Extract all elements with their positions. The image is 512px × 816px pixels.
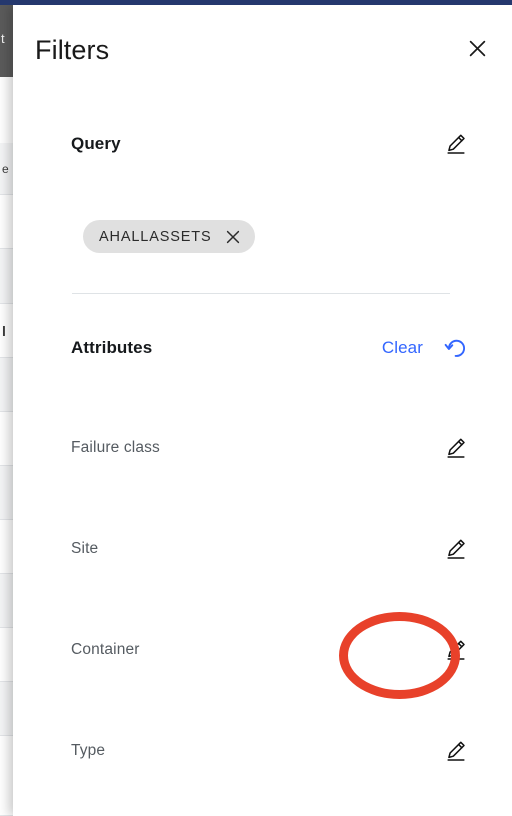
attribute-label-type: Type: [71, 742, 106, 759]
attribute-row-failure-class: Failure class: [71, 422, 471, 474]
attributes-section-header: Attributes Clear: [71, 333, 471, 363]
attribute-row-site: Site: [71, 523, 471, 575]
attribute-label-container: Container: [71, 641, 140, 658]
query-section-actions: [441, 129, 471, 159]
container-edit-button[interactable]: [441, 635, 471, 665]
query-section-header: Query: [71, 129, 471, 159]
attribute-label-site: Site: [71, 540, 99, 557]
pencil-edit-icon: [444, 537, 468, 561]
failure-class-edit-button[interactable]: [441, 433, 471, 463]
query-chip-label: AHALLASSETS: [99, 228, 212, 245]
query-section-title: Query: [71, 134, 121, 153]
section-divider: [72, 293, 450, 294]
attribute-action-site: [441, 534, 471, 564]
clear-attributes-link[interactable]: Clear: [382, 338, 423, 358]
close-icon: [469, 40, 486, 57]
attribute-action-type: [441, 736, 471, 766]
app-topbar: [0, 0, 512, 5]
close-icon: [226, 230, 240, 244]
filters-panel: Filters Query AHALLASSETS Attributes Cle…: [13, 5, 512, 816]
attributes-section-title: Attributes: [71, 338, 153, 357]
attribute-row-type: Type: [71, 725, 471, 777]
filters-panel-body: Query AHALLASSETS Attributes Clear Failu…: [13, 97, 512, 816]
query-chip[interactable]: AHALLASSETS: [83, 220, 255, 253]
query-edit-button[interactable]: [441, 129, 471, 159]
query-chip-remove-button[interactable]: [224, 228, 242, 246]
background-table-header-label: t: [1, 31, 5, 46]
close-panel-button[interactable]: [460, 31, 494, 65]
attribute-label-failure-class: Failure class: [71, 439, 160, 456]
screen: t e l Filters Query AHALLASSETS Attribute…: [0, 0, 512, 816]
attribute-row-container: Container: [71, 624, 471, 676]
page-title: Filters: [35, 35, 110, 65]
query-chip-list: AHALLASSETS: [83, 220, 255, 253]
reset-attributes-button[interactable]: [441, 333, 471, 363]
filters-panel-header: Filters: [13, 5, 512, 97]
attribute-action-container: [441, 635, 471, 665]
attributes-section-actions: Clear: [382, 333, 471, 363]
attribute-action-failure-class: [441, 433, 471, 463]
reset-arrow-icon: [444, 336, 469, 361]
background-table-cell: e: [2, 161, 9, 176]
pencil-edit-icon: [444, 638, 468, 662]
pencil-edit-icon: [444, 436, 468, 460]
type-edit-button[interactable]: [441, 736, 471, 766]
site-edit-button[interactable]: [441, 534, 471, 564]
pencil-edit-icon: [444, 132, 468, 156]
pencil-edit-icon: [444, 739, 468, 763]
background-table-cell: l: [2, 322, 6, 339]
